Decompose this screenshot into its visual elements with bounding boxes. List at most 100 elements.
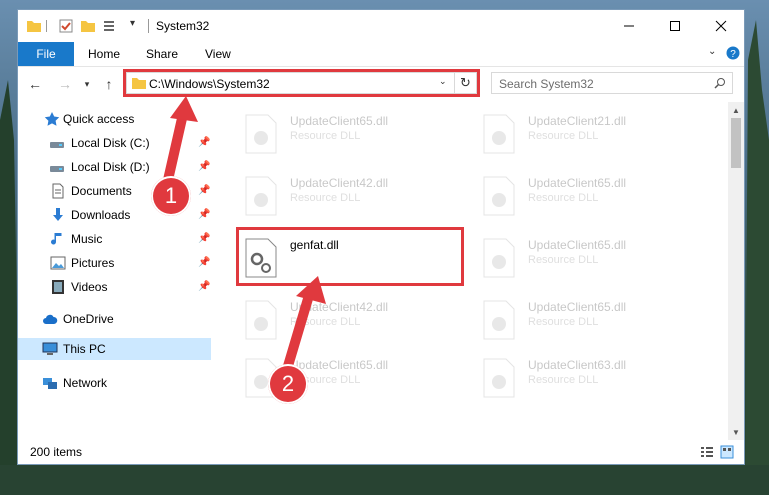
sidebar-item-local-disk-c[interactable]: Local Disk (C:) 📌 [18,132,211,154]
music-icon [51,233,62,245]
sidebar-item-local-disk-d[interactable]: Local Disk (D:) 📌 [18,156,211,178]
help-icon[interactable]: ? [726,46,740,60]
file-name: UpdateClient65.dll [290,358,389,372]
dll-file-icon [245,114,277,154]
document-icon [52,183,64,199]
tab-share[interactable]: Share [146,47,178,61]
sidebar-item-label: Documents [71,184,132,198]
forward-button[interactable]: → [56,75,74,93]
file-type: Resource DLL [528,316,599,328]
file-type: Resource DLL [290,192,361,204]
dll-file-icon [245,300,277,340]
star-icon [44,112,60,126]
step-badge-2: 2 [268,364,308,404]
close-button[interactable] [698,10,744,42]
up-button[interactable]: ↑ [100,75,118,93]
dll-file-icon [483,176,515,216]
quick-access-dropdown-icon[interactable]: ▾ [130,18,135,29]
file-item[interactable]: UpdateClient42.dll Resource DLL [238,170,458,222]
sidebar-item-label: Pictures [71,256,115,270]
pin-icon: 📌 [198,209,211,220]
expand-ribbon-icon[interactable]: ⌄ [708,46,716,57]
sidebar-item-label: Local Disk (C:) [71,136,150,150]
sidebar-item-videos[interactable]: Videos 📌 [18,276,211,298]
file-name: UpdateClient63.dll [528,358,627,372]
sidebar-item-label: Downloads [71,208,131,222]
sidebar-item-this-pc[interactable]: This PC [18,338,211,360]
title-bar: ▾ System32 [18,10,744,42]
search-icon [714,78,725,89]
scroll-up-icon[interactable]: ▲ [732,106,740,115]
details-view-icon[interactable] [700,445,714,459]
title-separator [148,19,149,33]
file-name: UpdateClient65.dll [528,238,627,252]
network-icon [43,378,57,389]
cloud-icon [43,314,58,324]
window-title: System32 [156,19,210,33]
file-type: Resource DLL [528,374,599,386]
dll-file-icon [483,300,515,340]
scroll-down-icon[interactable]: ▼ [732,428,740,437]
pin-icon: 📌 [198,257,211,268]
file-name: UpdateClient65.dll [528,176,627,190]
sidebar-item-label: Videos [71,280,108,294]
file-item[interactable]: UpdateClient63.dll Resource DLL [476,352,696,404]
dll-file-icon [483,238,515,278]
tab-file[interactable]: File [18,42,74,66]
sidebar-item-label: Local Disk (D:) [71,160,150,174]
file-type: Resource DLL [528,254,599,266]
sidebar-item-label: This PC [63,342,106,356]
toolbar-separator [46,20,47,32]
sidebar-item-quick-access[interactable]: Quick access [18,108,211,130]
sidebar-item-network[interactable]: Network [18,372,211,394]
tab-home[interactable]: Home [88,47,120,61]
sidebar-item-music[interactable]: Music 📌 [18,228,211,250]
customize-toolbar-icon[interactable] [102,18,118,34]
pictures-icon [50,256,66,270]
sidebar-item-label: OneDrive [63,312,114,326]
file-item[interactable]: UpdateClient21.dll Resource DLL [476,108,696,160]
back-button[interactable]: ← [26,75,44,93]
maximize-button[interactable] [652,10,698,42]
search-placeholder: Search System32 [499,77,594,91]
recent-locations-button[interactable]: ▾ [78,75,96,93]
file-item[interactable]: UpdateClient42.dll Resource DLL [238,294,458,346]
ribbon-tabs: File Home Share View ⌄ ? [18,42,744,67]
dll-file-icon [483,114,515,154]
maximize-icon [670,21,680,31]
file-item[interactable]: UpdateClient65.dll Resource DLL [238,108,458,160]
explorer-window: ▾ System32 File Home Share View ⌄ ? ← → … [17,9,745,465]
sidebar-item-label: Music [71,232,103,246]
file-name: UpdateClient65.dll [528,300,627,314]
pin-icon: 📌 [198,185,211,196]
properties-icon[interactable] [58,18,74,34]
file-type: Resource DLL [290,130,361,142]
scrollbar-thumb[interactable] [731,118,741,168]
arrow-up-icon: ↑ [105,76,113,92]
file-item[interactable]: UpdateClient65.dll Resource DLL [476,170,696,222]
search-input[interactable]: Search System32 [491,72,733,94]
svg-text:?: ? [730,49,736,60]
download-icon [53,208,63,221]
sidebar-item-pictures[interactable]: Pictures 📌 [18,252,211,274]
tiles-view-icon[interactable] [720,445,734,459]
video-icon [52,280,64,294]
status-bar: 200 items [18,440,744,464]
file-item[interactable]: UpdateClient65.dll Resource DLL [476,294,696,346]
folder-icon [27,21,41,32]
minimize-icon [624,25,634,27]
pin-icon: 📌 [198,233,211,244]
sidebar-item-onedrive[interactable]: OneDrive [18,308,211,330]
file-type: Resource DLL [290,316,361,328]
minimize-button[interactable] [606,10,652,42]
tab-view[interactable]: View [205,47,231,61]
dll-file-icon [245,176,277,216]
pin-icon: 📌 [198,281,211,292]
address-highlight [123,69,480,97]
file-name: UpdateClient65.dll [290,114,389,128]
file-item[interactable]: UpdateClient65.dll Resource DLL [476,232,696,284]
vertical-scrollbar[interactable]: ▲ ▼ [728,102,744,440]
sidebar-item-label: Network [63,376,108,390]
new-folder-icon[interactable] [80,18,96,34]
sidebar-item-label: Quick access [63,112,135,126]
